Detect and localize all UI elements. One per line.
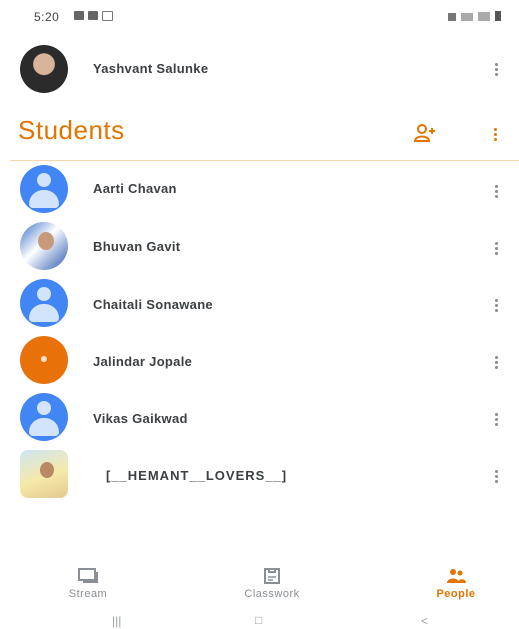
status-system-icons [448, 11, 501, 21]
image-icon [74, 11, 84, 20]
default-avatar-icon [20, 165, 68, 213]
more-vert-icon[interactable] [486, 179, 506, 203]
tab-stream-label: Stream [68, 588, 108, 600]
system-nav-bar: ||| □ < [0, 612, 519, 629]
tab-people[interactable]: People [396, 562, 516, 610]
student-name: Chaitali Sonawane [93, 297, 213, 312]
recent-apps-icon[interactable]: ||| [112, 614, 121, 628]
wifi-icon [478, 12, 490, 21]
status-notification-icons [74, 11, 113, 21]
back-icon[interactable]: < [421, 614, 428, 628]
status-time: 5:20 [34, 10, 60, 24]
more-vert-icon[interactable] [486, 464, 506, 488]
list-item[interactable]: Chaitali Sonawane [0, 279, 519, 329]
gallery-icon [102, 11, 113, 21]
section-divider [10, 160, 519, 161]
photo-avatar [20, 450, 68, 498]
classwork-icon [264, 568, 280, 584]
list-item[interactable]: Bhuvan Gavit [0, 222, 519, 272]
more-vert-icon[interactable] [486, 57, 506, 81]
students-more-vert-icon[interactable] [485, 122, 505, 146]
tab-classwork-label: Classwork [244, 588, 300, 600]
more-vert-icon[interactable] [486, 350, 506, 374]
add-person-icon[interactable] [414, 124, 436, 142]
list-item[interactable]: Aarti Chavan [0, 165, 519, 215]
more-vert-icon[interactable] [486, 407, 506, 431]
teacher-name: Yashvant Salunke [93, 61, 209, 76]
list-item[interactable]: Vikas Gaikwad [0, 393, 519, 443]
status-bar: 5:20 [0, 0, 519, 38]
student-name: Vikas Gaikwad [93, 411, 188, 426]
student-name: Jalindar Jopale [93, 354, 193, 369]
tab-people-label: People [436, 588, 476, 600]
tab-stream[interactable]: Stream [28, 562, 148, 610]
list-item[interactable]: [__HEMANT__LOVERS__] [0, 450, 519, 500]
orange-avatar: ● [20, 336, 68, 384]
more-vert-icon[interactable] [486, 293, 506, 317]
people-icon [447, 569, 466, 583]
calendar-icon [88, 11, 98, 20]
person-glyph-icon: ● [39, 350, 49, 366]
bottom-nav: Stream Classwork People [0, 562, 519, 612]
signal-icon [461, 13, 473, 21]
list-item[interactable]: ● Jalindar Jopale [0, 336, 519, 386]
student-name: Aarti Chavan [93, 181, 177, 196]
photo-avatar [20, 222, 68, 270]
student-name: [__HEMANT__LOVERS__] [106, 468, 288, 483]
teacher-row[interactable]: Yashvant Salunke [0, 45, 519, 93]
default-avatar-icon [20, 393, 68, 441]
stream-icon [78, 568, 98, 583]
more-vert-icon[interactable] [486, 236, 506, 260]
teacher-avatar [20, 45, 68, 93]
student-name: Bhuvan Gavit [93, 239, 181, 254]
home-icon[interactable]: □ [255, 613, 262, 627]
default-avatar-icon [20, 279, 68, 327]
mute-icon [448, 13, 456, 21]
students-section-title: Students [18, 115, 125, 145]
tab-classwork[interactable]: Classwork [212, 562, 332, 610]
battery-icon [495, 11, 501, 21]
